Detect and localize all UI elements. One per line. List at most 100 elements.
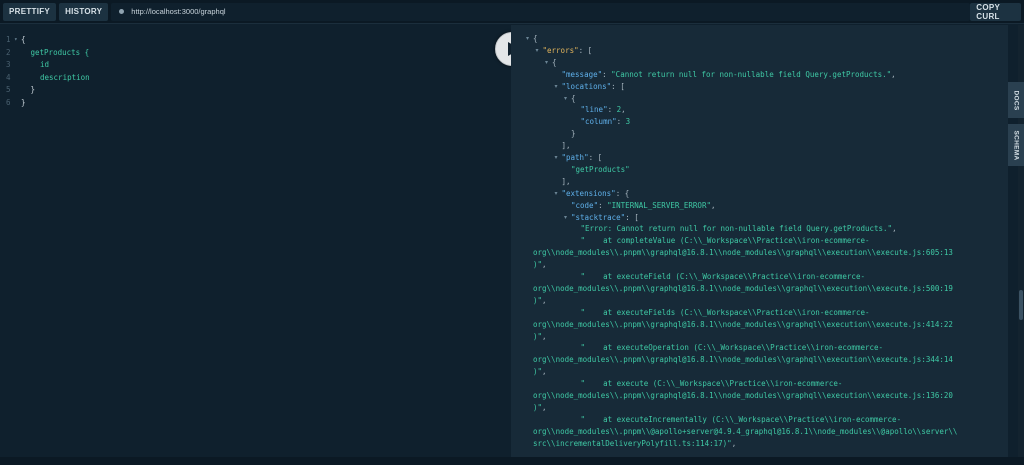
fold-arrow-icon[interactable]: ▾ [564,212,567,224]
result-line: " at completeValue (C:\\_Workspace\\Prac… [581,235,870,247]
query-editor[interactable]: 1 ▾{2 getProducts {3 id 4 description 5} 6} [0,25,511,457]
result-line: )", [533,366,547,378]
docs-tab-label: DOCS [1012,90,1020,110]
code-text: id [40,60,50,70]
json-value: )" [533,402,543,412]
result-line: src\\incrementalDeliveryPolyfill.ts:114:… [533,438,736,450]
json-punctuation: , [542,402,547,412]
json-punctuation: { [533,34,538,43]
fold-arrow-icon[interactable]: ▾ [564,93,567,105]
json-value: )" [533,367,543,377]
json-value: " at completeValue (C:\\_Workspace\\Prac… [580,236,870,246]
history-button[interactable]: HISTORY [59,2,109,21]
json-value: "INTERNAL_SERVER_ERROR" [607,200,711,210]
json-key: "column" [580,117,617,127]
editor-line[interactable]: 6} [0,97,511,109]
result-line: } [571,128,576,140]
code-text: description [40,72,90,82]
json-punctuation: , [892,224,897,234]
editor-line[interactable]: 2 getProducts { [0,47,511,59]
json-value: )" [533,295,543,305]
json-punctuation: { [571,93,576,103]
json-punctuation: , [891,69,896,79]
json-value: " at executeOperation (C:\\_Workspace\\P… [580,343,884,353]
json-key: "path" [561,153,589,162]
fold-arrow-icon[interactable]: ▾ [545,57,548,69]
json-punctuation: : [602,69,612,79]
result-line: "extensions": { [562,188,630,200]
result-line: "code": "INTERNAL_SERVER_ERROR", [571,200,716,212]
json-punctuation: : [607,105,617,115]
result-scrollbar-thumb[interactable] [1019,290,1023,320]
json-punctuation: : [ [588,153,603,162]
result-line: " at execute (C:\\_Workspace\\Practice\\… [581,378,843,390]
result-viewer[interactable]: ▾{▾ "errors": [▾{"message": "Cannot retur… [511,25,1008,457]
json-key: "locations" [561,81,612,91]
json-punctuation: : [598,200,608,210]
line-number: 5 [6,85,11,95]
result-line: "locations": [ [562,81,625,93]
copy-curl-button[interactable]: COPY CURL [970,2,1021,21]
json-value: org\\node_modules\\.pnpm\\graphql@16.8.1… [533,355,953,365]
result-line: "errors": [ [543,45,593,57]
json-value: )" [533,260,543,270]
json-value: )" [533,331,543,341]
line-number: 6 [6,98,11,107]
json-punctuation: : [616,117,626,127]
json-punctuation: , [542,331,547,341]
editor-line[interactable]: 5} [0,84,511,96]
json-value: org\\node_modules\\.pnpm\\graphql@16.8.1… [533,319,953,329]
json-punctuation: , [542,295,547,305]
result-line: org\\node_modules\\.pnpm\\@apollo+server… [533,426,957,438]
json-value: " at executeFields (C:\\_Workspace\\Prac… [580,307,870,317]
result-line: "path": [ [562,152,603,164]
json-value: "Cannot return null for non-nullable fie… [611,69,892,79]
result-line: { [533,33,538,45]
result-line: )", [533,402,547,414]
json-punctuation: , [542,260,547,270]
json-punctuation: , [542,367,547,377]
json-punctuation: } [571,129,576,139]
fold-arrow-icon[interactable]: ▾ [526,33,529,45]
fold-arrow-icon[interactable]: ▾ [555,152,558,164]
result-line: ], [562,176,571,188]
json-punctuation: ], [561,141,571,151]
line-number: 1 [6,35,11,44]
json-value: "getProducts" [571,164,630,174]
editor-line[interactable]: 3 id [0,59,511,71]
endpoint-url-field[interactable]: http://localhost:3000/graphql [111,2,971,21]
fold-arrow-icon[interactable]: ▾ [14,34,18,46]
json-punctuation: : { [615,188,630,198]
json-value: org\\node_modules\\.pnpm\\graphql@16.8.1… [533,391,953,400]
code-text: getProducts { [30,47,90,57]
result-line: { [571,93,576,105]
editor-line[interactable]: 4 description [0,72,511,84]
json-key: "line" [580,105,608,115]
connection-status-icon [119,9,125,14]
result-line: )", [533,295,547,307]
json-value: 3 [625,117,631,127]
json-punctuation: , [731,438,737,448]
result-line: org\\node_modules\\.pnpm\\graphql@16.8.1… [533,283,953,295]
json-value: org\\node_modules\\.pnpm\\graphql@16.8.1… [533,283,953,293]
json-value: " at executeIncrementally (C:\\_Workspac… [580,414,902,424]
prettify-button[interactable]: PRETTIFY [3,2,57,21]
result-line: " at executeField (C:\\_Workspace\\Pract… [581,271,865,283]
docs-tab[interactable]: DOCS [1008,82,1024,118]
result-line: org\\node_modules\\.pnpm\\graphql@16.8.1… [533,354,953,366]
schema-tab[interactable]: SCHEMA [1008,124,1024,166]
json-value: " at executeField (C:\\_Workspace\\Pract… [580,272,865,281]
fold-arrow-icon[interactable]: ▾ [555,81,558,93]
result-line: "column": 3 [581,116,631,128]
fold-arrow-icon[interactable]: ▾ [555,188,558,200]
json-punctuation: ], [561,176,571,186]
json-punctuation: : [ [625,212,639,222]
json-punctuation: { [552,57,557,67]
top-toolbar: PRETTIFY HISTORY http://localhost:3000/g… [0,0,1024,24]
json-key: "stacktrace" [571,212,626,222]
json-punctuation: , [621,105,626,115]
json-key: "message" [561,69,603,79]
fold-arrow-icon[interactable]: ▾ [536,45,539,57]
json-value: src\\incrementalDeliveryPolyfill.ts:114:… [533,438,732,448]
editor-line[interactable]: 1 ▾{ [0,34,511,46]
